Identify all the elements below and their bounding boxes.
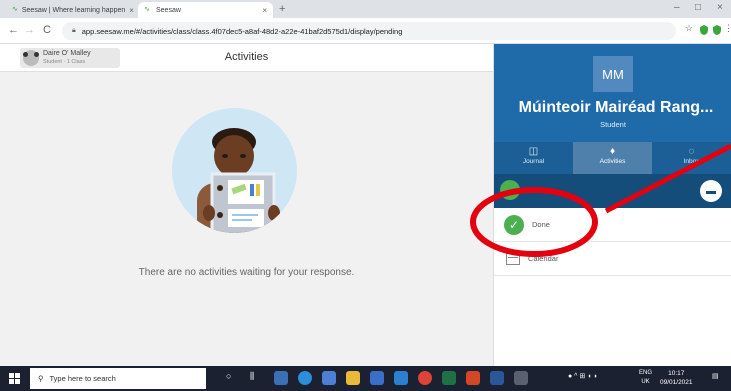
filter-label: Calendar [528, 254, 559, 263]
tab-label: Activities [599, 158, 626, 165]
browser-tab-seesaw-home[interactable]: ∿ Seesaw | Where learning happen × [6, 2, 136, 18]
page-title: Activities [224, 51, 269, 63]
close-window-button[interactable]: × [717, 2, 723, 13]
excel-icon[interactable] [442, 371, 456, 385]
menu-kebab-icon[interactable]: ⋮ [724, 23, 731, 33]
activities-toolbar: ▬ [494, 174, 731, 208]
tab-activities[interactable]: ♦ Activities [573, 142, 652, 174]
panel-tabs: ◫ Journal ♦ Activities ◌ Inbox [494, 142, 731, 174]
address-bar-row: ← → C 🔒︎ app.seesaw.me/#/activities/clas… [0, 18, 731, 44]
input-language[interactable]: ENG UK [639, 369, 652, 387]
empty-message: There are no activities waiting for your… [138, 267, 355, 278]
shield-extension-icon[interactable] [699, 25, 709, 35]
reload-button[interactable]: C [43, 24, 51, 36]
tab-close-icon[interactable]: × [129, 6, 134, 15]
calendar-icon [506, 252, 520, 265]
browser-tab-strip: ∿ Seesaw | Where learning happen × ∿ See… [0, 0, 731, 18]
url-text: app.seesaw.me/#/activities/class/class.4… [81, 26, 403, 36]
clock-date: 09/01/2021 [660, 379, 693, 386]
windows-start-icon[interactable] [9, 373, 20, 384]
tab-close-icon[interactable]: × [262, 6, 267, 15]
check-circle-icon[interactable] [500, 180, 520, 200]
filter-calendar[interactable]: Calendar [494, 242, 731, 276]
file-explorer-icon[interactable] [274, 371, 288, 385]
outlook-icon[interactable] [370, 371, 384, 385]
tab-label: Journal [522, 158, 545, 165]
tray-icons[interactable]: ● ^ ⊞ ◖ ◗ [568, 372, 598, 380]
inbox-icon: ◌ [688, 146, 695, 157]
powerpoint-icon[interactable] [466, 371, 480, 385]
search-icon: ⚲ [38, 374, 44, 383]
seesaw-favicon: ∿ [144, 6, 150, 13]
tab-label: Inbox [683, 158, 700, 165]
store-icon[interactable] [346, 371, 360, 385]
clock-time: 10:17 [668, 370, 685, 377]
browser-tab-seesaw-active[interactable]: ∿ Seesaw × [138, 2, 273, 18]
lock-icon: 🔒︎ [72, 27, 76, 34]
app-icon[interactable] [514, 371, 528, 385]
maximize-button[interactable]: □ [695, 2, 701, 13]
filter-label: Done [532, 220, 550, 229]
star-icon[interactable]: ☆ [685, 23, 695, 33]
tab-label: Seesaw | Where learning happen [21, 6, 126, 14]
filter-done[interactable]: ✓ Done [494, 208, 731, 242]
app-header: Daire O' Malley Student · 1 Class Activi… [0, 44, 493, 72]
mail-icon[interactable] [394, 371, 408, 385]
class-initials-avatar: MM [593, 56, 633, 92]
lang-region: UK [641, 379, 650, 385]
chrome-icon[interactable] [418, 371, 432, 385]
teacher-class-name[interactable]: Múinteoir Mairéad Rang... [500, 99, 731, 117]
journal-icon: ◫ [528, 146, 539, 157]
notifications-icon[interactable]: ▤ [712, 372, 719, 380]
system-clock[interactable]: 10:17 09/01/2021 [660, 369, 693, 387]
edge-icon[interactable] [298, 371, 312, 385]
seesaw-favicon: ∿ [12, 6, 18, 13]
class-panel: MM Múinteoir Mairéad Rang... Student ◫ J… [493, 44, 731, 366]
role-label: Student [600, 120, 626, 129]
minimize-button[interactable]: – [674, 2, 680, 13]
back-button[interactable]: ← [8, 24, 19, 36]
forward-button[interactable]: → [24, 24, 35, 36]
tab-journal[interactable]: ◫ Journal [494, 142, 573, 174]
tab-label: Seesaw [156, 6, 181, 14]
shield-extension-icon[interactable] [712, 25, 722, 35]
lang-code: ENG [639, 370, 653, 376]
windows-taskbar: ⚲ Type here to search ○ ⫼ ● ^ ⊞ ◖ ◗ ENG … [0, 366, 731, 391]
taskbar-search[interactable]: ⚲ Type here to search [30, 368, 206, 389]
folder-icon[interactable]: ▬ [700, 180, 722, 202]
search-placeholder: Type here to search [49, 374, 116, 383]
tab-inbox[interactable]: ◌ Inbox [652, 142, 731, 174]
class-header: MM Múinteoir Mairéad Rang... Student [494, 44, 731, 142]
word-icon[interactable] [490, 371, 504, 385]
empty-illustration [172, 108, 297, 233]
app-icon[interactable] [322, 371, 336, 385]
activities-empty-state: There are no activities waiting for your… [0, 72, 493, 366]
new-tab-button[interactable]: + [279, 3, 285, 15]
lightbulb-icon: ♦ [609, 146, 616, 157]
cortana-icon[interactable]: ○ [226, 371, 240, 385]
url-field[interactable]: 🔒︎ app.seesaw.me/#/activities/class/clas… [62, 22, 676, 40]
task-view-icon[interactable]: ⫼ [250, 371, 264, 385]
check-circle-icon: ✓ [504, 214, 524, 235]
